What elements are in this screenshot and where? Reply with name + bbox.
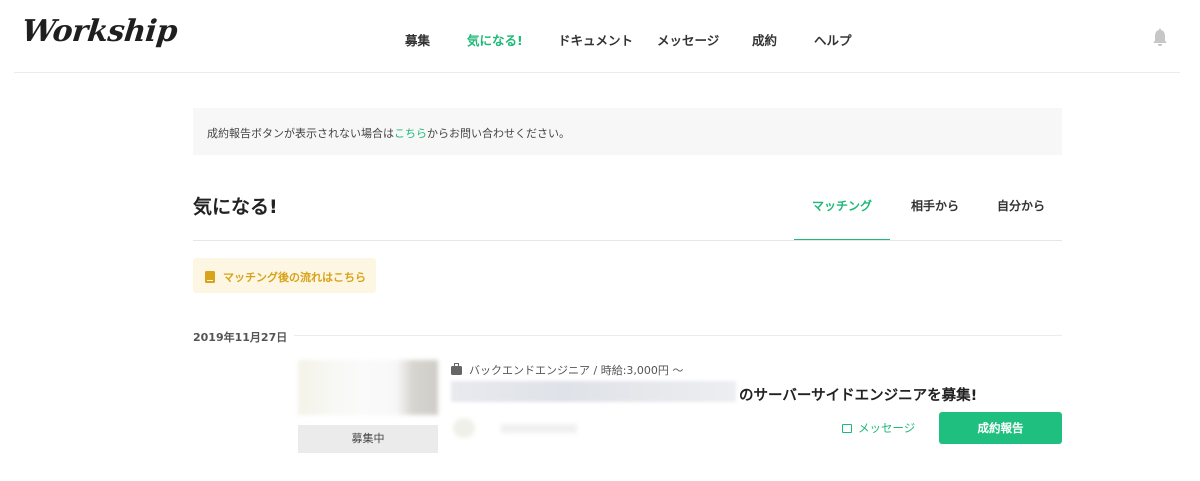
matching-flow-label: マッチング後の流れはこちら [223,271,366,284]
status-badge: 募集中 [298,425,438,453]
chat-icon [842,424,852,433]
date-divider [294,335,1062,336]
nav-item-favorites[interactable]: 気になる! [467,30,523,49]
notice-contact-link[interactable]: こちら [394,127,427,140]
section-divider [193,240,1062,241]
notice-text-after: からお問い合わせください。 [427,127,570,140]
nav-item-contracts[interactable]: 成約 [752,30,777,49]
book-icon [205,271,215,283]
tab-from-me[interactable]: 自分から [980,178,1062,241]
nav-item-documents[interactable]: ドキュメント [558,30,633,49]
briefcase-icon [451,363,462,375]
nav-item-messages[interactable]: メッセージ [657,30,719,49]
filter-tabs: マッチング 相手から 自分から [794,178,1062,241]
tab-from-partner[interactable]: 相手から [890,178,980,241]
header: Workship 募集 気になる! ドキュメント メッセージ 成約 ヘルプ [0,0,1200,72]
page-title: 気になる! [193,196,278,218]
bell-icon[interactable] [1151,28,1169,48]
notice-text-before: 成約報告ボタンが表示されない場合は [207,127,394,140]
contract-report-button[interactable]: 成約報告 [939,412,1062,444]
message-button-label: メッセージ [858,421,916,435]
job-category-label: バックエンドエンジニア / 時給:3,000円 〜 [469,364,684,377]
nav-item-recruit[interactable]: 募集 [405,30,430,49]
nav-item-help[interactable]: ヘルプ [814,30,852,49]
job-thumbnail[interactable] [298,360,438,415]
message-button[interactable]: メッセージ [842,420,915,436]
job-category: バックエンドエンジニア / 時給:3,000円 〜 [451,362,683,378]
date-label: 2019年11月27日 [193,331,288,344]
job-title[interactable]: のサーバーサイドエンジニアを募集! [739,384,977,405]
main-nav: 募集 気になる! ドキュメント メッセージ 成約 ヘルプ [0,30,1200,50]
company-avatar [453,418,475,438]
company-info-redacted [453,418,578,438]
tab-matching[interactable]: マッチング [794,178,890,241]
company-name-blurred [501,424,577,433]
matching-flow-button[interactable]: マッチング後の流れはこちら [193,258,376,293]
contract-report-notice: 成約報告ボタンが表示されない場合はこちらからお問い合わせください。 [193,108,1062,155]
header-divider [14,72,1180,73]
company-name-redacted [451,381,736,402]
